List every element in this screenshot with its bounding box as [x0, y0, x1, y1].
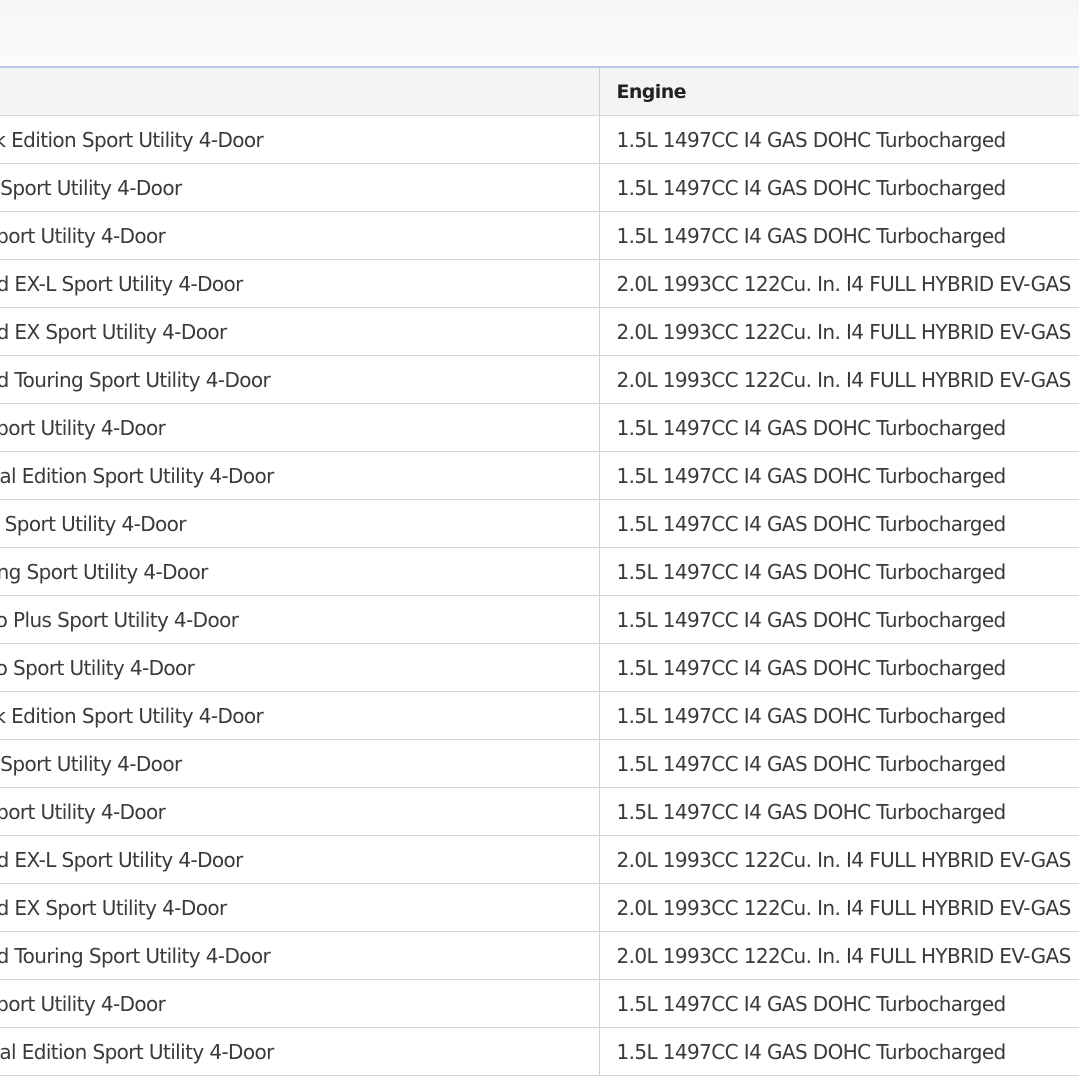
cell-engine: 2.0L 1993CC 122Cu. In. I4 FULL HYBRID EV… — [599, 931, 1079, 980]
table-row[interactable]: rid Touring Sport Utility 4-Door 2.0L 199… — [0, 931, 1079, 980]
table-row[interactable]: Sport Utility 4-Door 1.5L 1497CC I4 GAS D… — [0, 787, 1079, 836]
page: n Engine ck Edition Sport Utility 4-Door… — [0, 0, 1079, 1079]
cell-engine: 1.5L 1497CC I4 GAS DOHC Turbocharged — [599, 115, 1079, 164]
cell-engine: 1.5L 1497CC I4 GAS DOHC Turbocharged — [599, 691, 1079, 740]
top-strip — [0, 0, 1079, 66]
table-row[interactable]: rid EX-L Sport Utility 4-Door 2.0L 1993CC… — [0, 259, 1079, 308]
table-row[interactable]: ring Sport Utility 4-Door 1.5L 1497CC I4 … — [0, 547, 1079, 596]
table-row[interactable]: Sport Utility 4-Door 1.5L 1497CC I4 GAS D… — [0, 979, 1079, 1028]
cell-engine: 2.0L 1993CC 122Cu. In. I4 FULL HYBRID EV… — [599, 355, 1079, 404]
table-row[interactable]: ck Edition Sport Utility 4-Door 1.5L 1497… — [0, 115, 1079, 164]
cell-trim: oo Sport Utility 4-Door — [0, 643, 600, 692]
cell-trim: rid Touring Sport Utility 4-Door — [0, 931, 600, 980]
cell-trim: rid Touring Sport Utility 4-Door — [0, 355, 600, 404]
cell-engine: 1.5L 1497CC I4 GAS DOHC Turbocharged — [599, 499, 1079, 548]
vehicle-table-container[interactable]: n Engine ck Edition Sport Utility 4-Door… — [0, 66, 1079, 1076]
cell-trim: ring Sport Utility 4-Door — [0, 547, 600, 596]
table-header: n Engine — [0, 67, 1079, 116]
column-header-engine[interactable]: Engine — [599, 67, 1079, 116]
table-row[interactable]: rid EX Sport Utility 4-Door 2.0L 1993CC 1… — [0, 883, 1079, 932]
cell-engine: 2.0L 1993CC 122Cu. In. I4 FULL HYBRID EV… — [599, 883, 1079, 932]
cell-engine: 2.0L 1993CC 122Cu. In. I4 FULL HYBRID EV… — [599, 835, 1079, 884]
cell-trim: Sport Utility 4-Door — [0, 979, 600, 1028]
cell-engine: 2.0L 1993CC 122Cu. In. I4 FULL HYBRID EV… — [599, 259, 1079, 308]
cell-trim: L Sport Utility 4-Door — [0, 163, 600, 212]
table-row[interactable]: L Sport Utility 4-Door 1.5L 1497CC I4 GAS… — [0, 739, 1079, 788]
cell-trim: cial Edition Sport Utility 4-Door — [0, 1027, 600, 1076]
table-row[interactable]: oo Sport Utility 4-Door 1.5L 1497CC I4 GA… — [0, 643, 1079, 692]
cell-trim: rid EX-L Sport Utility 4-Door — [0, 259, 600, 308]
cell-trim: ck Edition Sport Utility 4-Door — [0, 691, 600, 740]
table-row[interactable]: Sport Utility 4-Door 1.5L 1497CC I4 GAS D… — [0, 211, 1079, 260]
cell-engine: 1.5L 1497CC I4 GAS DOHC Turbocharged — [599, 595, 1079, 644]
table-row[interactable]: rid Touring Sport Utility 4-Door 2.0L 199… — [0, 355, 1079, 404]
cell-engine: 1.5L 1497CC I4 GAS DOHC Turbocharged — [599, 787, 1079, 836]
table-body: ck Edition Sport Utility 4-Door 1.5L 1497… — [0, 115, 1079, 1076]
table-row[interactable]: ck Edition Sport Utility 4-Door 1.5L 1497… — [0, 691, 1079, 740]
table-row[interactable]: oo Plus Sport Utility 4-Door 1.5L 1497CC … — [0, 595, 1079, 644]
cell-engine: 1.5L 1497CC I4 GAS DOHC Turbocharged — [599, 211, 1079, 260]
cell-trim: rid EX Sport Utility 4-Door — [0, 883, 600, 932]
table-row[interactable]: Sport Utility 4-Door 1.5L 1497CC I4 GAS D… — [0, 403, 1079, 452]
cell-trim: ck Edition Sport Utility 4-Door — [0, 115, 600, 164]
cell-trim: rid EX Sport Utility 4-Door — [0, 307, 600, 356]
cell-engine: 1.5L 1497CC I4 GAS DOHC Turbocharged — [599, 739, 1079, 788]
cell-engine: 1.5L 1497CC I4 GAS DOHC Turbocharged — [599, 163, 1079, 212]
cell-engine: 1.5L 1497CC I4 GAS DOHC Turbocharged — [599, 451, 1079, 500]
cell-engine: 1.5L 1497CC I4 GAS DOHC Turbocharged — [599, 403, 1079, 452]
table-row[interactable]: cial Edition Sport Utility 4-Door 1.5L 14… — [0, 1027, 1079, 1076]
cell-trim: Sport Utility 4-Door — [0, 787, 600, 836]
table-row[interactable]: L Sport Utility 4-Door 1.5L 1497CC I4 GAS… — [0, 163, 1079, 212]
cell-engine: 1.5L 1497CC I4 GAS DOHC Turbocharged — [599, 547, 1079, 596]
cell-engine: 1.5L 1497CC I4 GAS DOHC Turbocharged — [599, 979, 1079, 1028]
cell-engine: 1.5L 1497CC I4 GAS DOHC Turbocharged — [599, 643, 1079, 692]
table-row[interactable]: cial Edition Sport Utility 4-Door 1.5L 14… — [0, 451, 1079, 500]
table-row[interactable]: rt Sport Utility 4-Door 1.5L 1497CC I4 GA… — [0, 499, 1079, 548]
cell-trim: Sport Utility 4-Door — [0, 403, 600, 452]
column-header-trim[interactable]: n — [0, 67, 600, 116]
table-row[interactable]: rid EX-L Sport Utility 4-Door 2.0L 1993CC… — [0, 835, 1079, 884]
cell-trim: cial Edition Sport Utility 4-Door — [0, 451, 600, 500]
cell-engine: 1.5L 1497CC I4 GAS DOHC Turbocharged — [599, 1027, 1079, 1076]
cell-trim: L Sport Utility 4-Door — [0, 739, 600, 788]
cell-trim: rt Sport Utility 4-Door — [0, 499, 600, 548]
cell-trim: rid EX-L Sport Utility 4-Door — [0, 835, 600, 884]
cell-trim: oo Plus Sport Utility 4-Door — [0, 595, 600, 644]
cell-trim: Sport Utility 4-Door — [0, 211, 600, 260]
vehicle-table: n Engine ck Edition Sport Utility 4-Door… — [0, 66, 1079, 1076]
header-row: n Engine — [0, 67, 1079, 116]
cell-engine: 2.0L 1993CC 122Cu. In. I4 FULL HYBRID EV… — [599, 307, 1079, 356]
table-row[interactable]: rid EX Sport Utility 4-Door 2.0L 1993CC 1… — [0, 307, 1079, 356]
